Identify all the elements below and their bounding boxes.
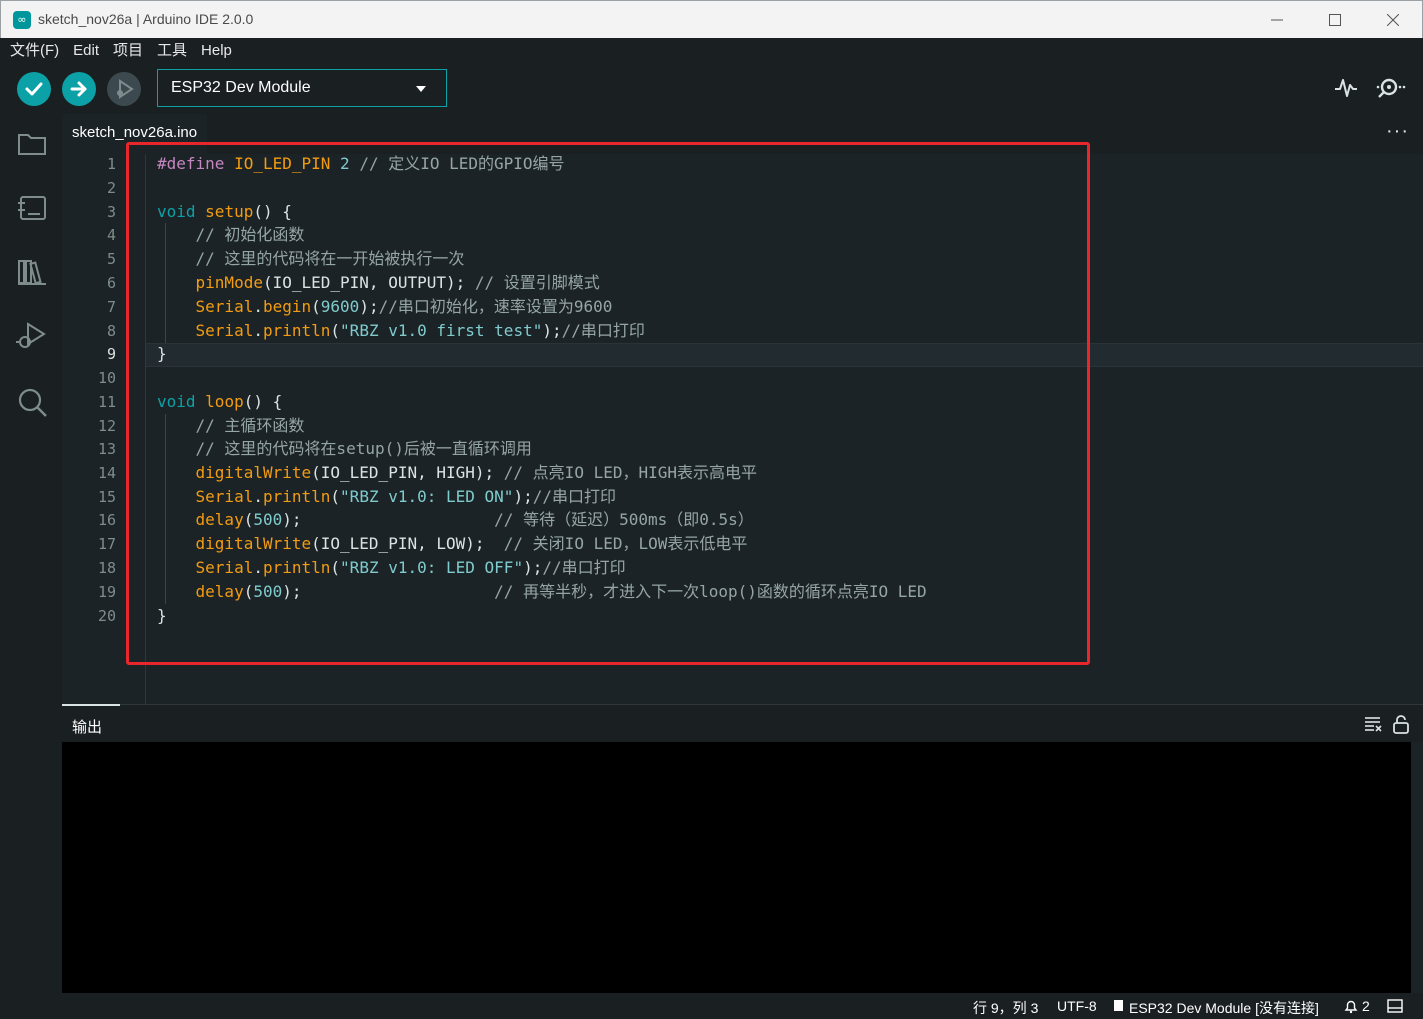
board-selector-label: ESP32 Dev Module xyxy=(171,79,311,96)
menu-bar: 文件(F) Edit 项目 工具 Help xyxy=(0,38,1423,64)
title-bar: ∞ sketch_nov26a | Arduino IDE 2.0.0 xyxy=(0,0,1423,38)
line-number: 16 xyxy=(97,511,116,529)
line-number: 19 xyxy=(97,583,116,601)
menu-file[interactable]: 文件(F) xyxy=(3,38,66,64)
menu-help[interactable]: Help xyxy=(194,38,239,64)
minimize-button[interactable] xyxy=(1248,1,1306,39)
cursor-position[interactable]: 行 9，列 3 xyxy=(973,998,1038,1018)
checkmark-icon xyxy=(25,82,43,96)
line-number: 14 xyxy=(97,464,116,482)
toolbar: ESP32 Dev Module xyxy=(0,64,1423,114)
line-number: 7 xyxy=(106,298,116,316)
line-number: 20 xyxy=(97,607,116,625)
line-number: 3 xyxy=(106,203,116,221)
line-number: 2 xyxy=(106,179,116,197)
line-number: 6 xyxy=(106,274,116,292)
line-number: 18 xyxy=(97,559,116,577)
line-number: 4 xyxy=(106,226,116,244)
boards-manager-icon[interactable] xyxy=(14,190,50,226)
arrow-right-icon xyxy=(70,81,87,97)
status-board[interactable]: ESP32 Dev Module [没有连接] xyxy=(1129,998,1319,1018)
output-panel-header: 输出 xyxy=(62,704,1423,742)
line-number: 12 xyxy=(97,417,116,435)
window-title: sketch_nov26a | Arduino IDE 2.0.0 xyxy=(38,11,254,27)
line-number: 10 xyxy=(97,369,116,387)
maximize-button[interactable] xyxy=(1306,1,1364,39)
unlock-icon[interactable] xyxy=(1391,714,1411,734)
line-number: 8 xyxy=(106,322,116,340)
menu-edit[interactable]: Edit xyxy=(66,38,106,64)
library-manager-icon[interactable] xyxy=(14,254,50,290)
debug-sidebar-icon[interactable] xyxy=(14,318,50,354)
serial-monitor-icon[interactable] xyxy=(1374,74,1408,102)
notification-count: 2 xyxy=(1362,998,1370,1014)
debug-button[interactable] xyxy=(107,72,141,106)
bell-icon[interactable] xyxy=(1343,998,1359,1014)
status-bar: 行 9，列 3 UTF-8 ESP32 Dev Module [没有连接] 2 xyxy=(0,993,1423,1019)
line-number: 11 xyxy=(97,393,116,411)
board-chip-icon xyxy=(1114,1000,1123,1011)
line-number: 17 xyxy=(97,535,116,553)
menu-tools[interactable]: 工具 xyxy=(150,38,194,64)
activity-sidebar xyxy=(0,114,62,1019)
serial-plotter-icon[interactable] xyxy=(1332,74,1360,102)
clear-output-icon[interactable] xyxy=(1363,715,1383,733)
more-actions-icon[interactable]: ··· xyxy=(1386,120,1409,143)
verify-button[interactable] xyxy=(17,72,51,106)
output-panel-title[interactable]: 输出 xyxy=(72,716,102,737)
sketchbook-folder-icon[interactable] xyxy=(14,126,50,162)
line-number: 15 xyxy=(97,488,116,506)
toggle-panel-icon[interactable] xyxy=(1387,998,1403,1014)
line-number: 1 xyxy=(106,155,116,173)
line-number: 13 xyxy=(97,440,116,458)
close-window-button[interactable] xyxy=(1364,1,1422,39)
arduino-logo-icon: ∞ xyxy=(13,11,31,29)
red-highlight-annotation xyxy=(126,142,1090,665)
file-encoding: UTF-8 xyxy=(1057,998,1097,1014)
search-icon[interactable] xyxy=(14,384,50,420)
menu-sketch[interactable]: 项目 xyxy=(106,38,150,64)
line-number-current: 9 xyxy=(106,345,116,363)
upload-button[interactable] xyxy=(62,72,96,106)
output-console[interactable] xyxy=(62,742,1411,993)
board-selector[interactable]: ESP32 Dev Module xyxy=(157,69,447,107)
debug-icon xyxy=(117,79,134,99)
line-number: 5 xyxy=(106,250,116,268)
output-tab-indicator xyxy=(62,704,120,706)
chevron-down-icon xyxy=(416,86,426,92)
